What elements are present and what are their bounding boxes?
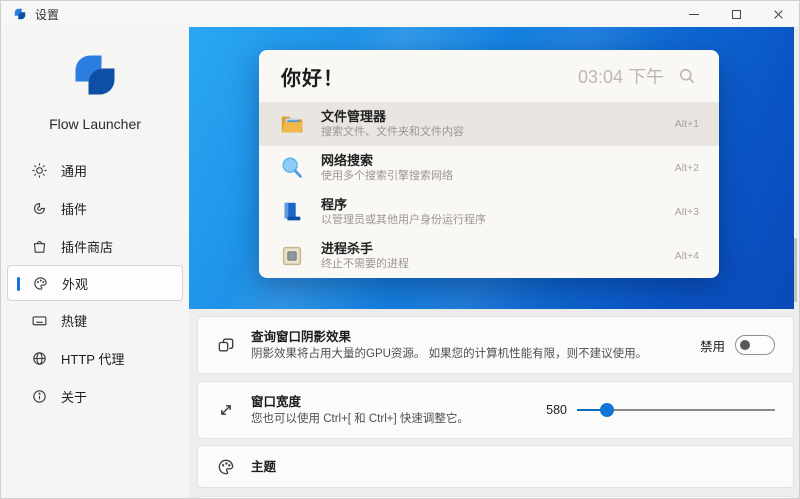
store-icon bbox=[31, 238, 48, 255]
result-web-search[interactable]: 网络搜索 使用多个搜索引擎搜索网络 Alt+2 bbox=[259, 146, 719, 190]
scrollbar-thumb[interactable] bbox=[794, 238, 797, 302]
setting-title: 窗口宽度 bbox=[251, 394, 469, 410]
window-title: 设置 bbox=[35, 6, 59, 23]
shadow-effect-toggle[interactable] bbox=[735, 335, 775, 355]
cpu-icon bbox=[279, 243, 305, 269]
width-value: 580 bbox=[546, 403, 567, 417]
result-subtitle: 终止不需要的进程 bbox=[321, 257, 409, 271]
maximize-icon bbox=[732, 10, 741, 19]
settings-window: 设置 Flow Launcher 通用 bbox=[0, 0, 800, 499]
sidebar-item-label: 插件 bbox=[61, 199, 87, 218]
setting-title: 查询窗口阴影效果 bbox=[251, 329, 647, 345]
result-subtitle: 以管理员或其他用户身份运行程序 bbox=[321, 213, 486, 227]
result-hotkey: Alt+4 bbox=[675, 250, 699, 262]
sidebar-item-label: 通用 bbox=[61, 161, 87, 180]
result-hotkey: Alt+2 bbox=[675, 162, 699, 174]
web-search-icon bbox=[279, 155, 305, 181]
sidebar-item-about[interactable]: 关于 bbox=[1, 377, 189, 415]
launcher-preview: 你好！ 03:04 下午 bbox=[259, 50, 719, 278]
brand: Flow Launcher bbox=[1, 49, 189, 132]
result-subtitle: 使用多个搜索引擎搜索网络 bbox=[321, 169, 453, 183]
sidebar-item-label: HTTP 代理 bbox=[61, 349, 124, 368]
result-hotkey: Alt+1 bbox=[675, 118, 699, 130]
selection-accent bbox=[17, 277, 20, 291]
program-icon bbox=[279, 199, 305, 225]
palette-icon bbox=[32, 275, 49, 292]
query-text: 你好！ bbox=[281, 62, 344, 91]
sidebar-item-http-proxy[interactable]: HTTP 代理 bbox=[1, 339, 189, 377]
result-program[interactable]: 程序 以管理员或其他用户身份运行程序 Alt+3 bbox=[259, 190, 719, 234]
result-title: 进程杀手 bbox=[321, 241, 409, 257]
width-slider[interactable] bbox=[577, 403, 775, 417]
shadow-effect-icon bbox=[216, 335, 236, 355]
clock-text: 03:04 下午 bbox=[578, 63, 664, 89]
slider-thumb[interactable] bbox=[600, 403, 614, 417]
sidebar: Flow Launcher 通用 插件 bbox=[1, 27, 189, 498]
sidebar-item-label: 插件商店 bbox=[61, 237, 113, 256]
palette-icon bbox=[216, 457, 236, 477]
plugin-icon bbox=[31, 200, 48, 217]
flow-launcher-logo bbox=[69, 49, 121, 101]
toggle-knob bbox=[740, 340, 750, 350]
setting-subtitle: 阴影效果将占用大量的GPU资源。 如果您的计算机性能有限，则不建议使用。 bbox=[251, 347, 647, 362]
setting-subtitle: 您也可以使用 Ctrl+[ 和 Ctrl+] 快速调整它。 bbox=[251, 412, 469, 427]
minimize-icon bbox=[689, 14, 699, 15]
info-icon bbox=[31, 388, 48, 405]
result-process-killer[interactable]: 进程杀手 终止不需要的进程 Alt+4 bbox=[259, 234, 719, 278]
minimize-button[interactable] bbox=[673, 1, 715, 27]
sidebar-item-plugin-store[interactable]: 插件商店 bbox=[1, 227, 189, 265]
setting-shadow-effect: 查询窗口阴影效果 阴影效果将占用大量的GPU资源。 如果您的计算机性能有限，则不… bbox=[197, 316, 794, 374]
sidebar-item-appearance[interactable]: 外观 bbox=[7, 265, 183, 301]
launcher-preview-wallpaper: 你好！ 03:04 下午 bbox=[189, 27, 794, 309]
brand-name: Flow Launcher bbox=[1, 116, 189, 132]
setting-next-partial bbox=[197, 496, 794, 498]
result-file-manager[interactable]: 文件管理器 搜索文件、文件夹和文件内容 Alt+1 bbox=[259, 102, 719, 146]
setting-theme[interactable]: 主题 bbox=[197, 445, 794, 488]
globe-icon bbox=[31, 350, 48, 367]
sidebar-item-label: 关于 bbox=[61, 387, 87, 406]
sidebar-nav: 通用 插件 插件商店 bbox=[1, 151, 189, 415]
result-subtitle: 搜索文件、文件夹和文件内容 bbox=[321, 125, 464, 139]
close-button[interactable] bbox=[757, 1, 799, 27]
launcher-query-bar: 你好！ 03:04 下午 bbox=[259, 50, 719, 102]
sidebar-item-hotkey[interactable]: 热键 bbox=[1, 301, 189, 339]
setting-title: 主题 bbox=[251, 459, 276, 475]
folder-icon bbox=[279, 111, 305, 137]
sidebar-item-label: 外观 bbox=[62, 274, 88, 293]
maximize-button[interactable] bbox=[715, 1, 757, 27]
result-title: 网络搜索 bbox=[321, 153, 453, 169]
keyboard-icon bbox=[31, 312, 48, 329]
main-content: 你好！ 03:04 下午 bbox=[189, 27, 799, 498]
setting-window-width: 窗口宽度 您也可以使用 Ctrl+[ 和 Ctrl+] 快速调整它。 580 bbox=[197, 381, 794, 439]
titlebar: 设置 bbox=[1, 1, 799, 27]
result-title: 文件管理器 bbox=[321, 109, 464, 125]
sidebar-item-plugins[interactable]: 插件 bbox=[1, 189, 189, 227]
sidebar-item-general[interactable]: 通用 bbox=[1, 151, 189, 189]
gear-icon bbox=[31, 162, 48, 179]
sidebar-item-label: 热键 bbox=[61, 311, 87, 330]
resize-icon bbox=[216, 400, 236, 420]
result-title: 程序 bbox=[321, 197, 486, 213]
close-icon bbox=[773, 9, 784, 20]
flow-launcher-logo-icon bbox=[13, 7, 27, 21]
result-hotkey: Alt+3 bbox=[675, 206, 699, 218]
search-icon bbox=[677, 66, 697, 86]
toggle-state-label: 禁用 bbox=[700, 336, 725, 355]
